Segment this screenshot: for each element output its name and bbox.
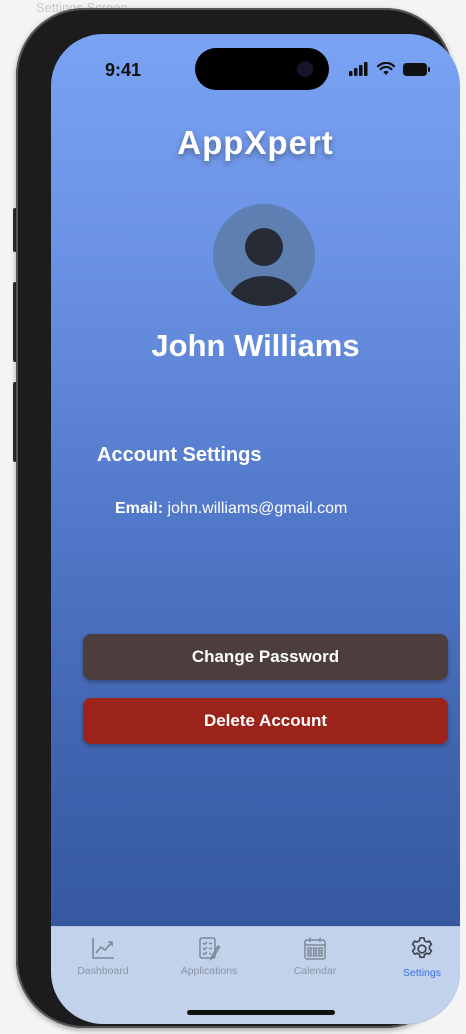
status-icons <box>349 62 430 76</box>
app-screen: 9:41 AppXpert John Williams Account Sett… <box>51 34 460 1024</box>
dynamic-island <box>195 48 329 90</box>
gear-icon <box>411 937 433 959</box>
tab-label-settings: Settings <box>403 967 441 979</box>
home-indicator <box>187 1010 335 1015</box>
tab-dashboard[interactable]: Dashboard <box>58 935 148 977</box>
tab-label-calendar: Calendar <box>293 965 337 977</box>
delete-account-button[interactable]: Delete Account <box>83 698 448 744</box>
tab-applications[interactable]: Applications <box>164 935 254 977</box>
tab-label-dashboard: Dashboard <box>77 965 129 977</box>
section-title-account-settings: Account Settings <box>97 444 262 466</box>
wifi-icon <box>377 62 395 75</box>
user-name: John Williams <box>151 328 360 363</box>
calendar-icon <box>304 937 326 960</box>
avatar[interactable] <box>213 204 315 306</box>
change-password-button[interactable]: Change Password <box>83 634 448 680</box>
checklist-icon <box>199 937 221 961</box>
phone-frame: 9:41 AppXpert John Williams Account Sett… <box>16 8 460 1028</box>
signal-icon <box>349 62 368 76</box>
email-value: john.williams@gmail.com <box>167 500 348 517</box>
tab-calendar[interactable]: Calendar <box>270 935 360 977</box>
tab-bar: Dashboard Applications Calendar Settings <box>51 926 460 1024</box>
app-title: AppXpert <box>177 124 334 161</box>
email-row: Email: john.williams@gmail.com <box>115 500 347 518</box>
tab-settings[interactable]: Settings <box>377 935 460 979</box>
chart-icon <box>92 938 114 959</box>
email-label: Email: <box>115 500 164 517</box>
status-time: 9:41 <box>105 60 142 80</box>
tab-label-applications: Applications <box>180 965 238 977</box>
user-icon <box>229 228 299 306</box>
battery-icon <box>403 62 430 76</box>
camera-icon <box>297 61 313 77</box>
